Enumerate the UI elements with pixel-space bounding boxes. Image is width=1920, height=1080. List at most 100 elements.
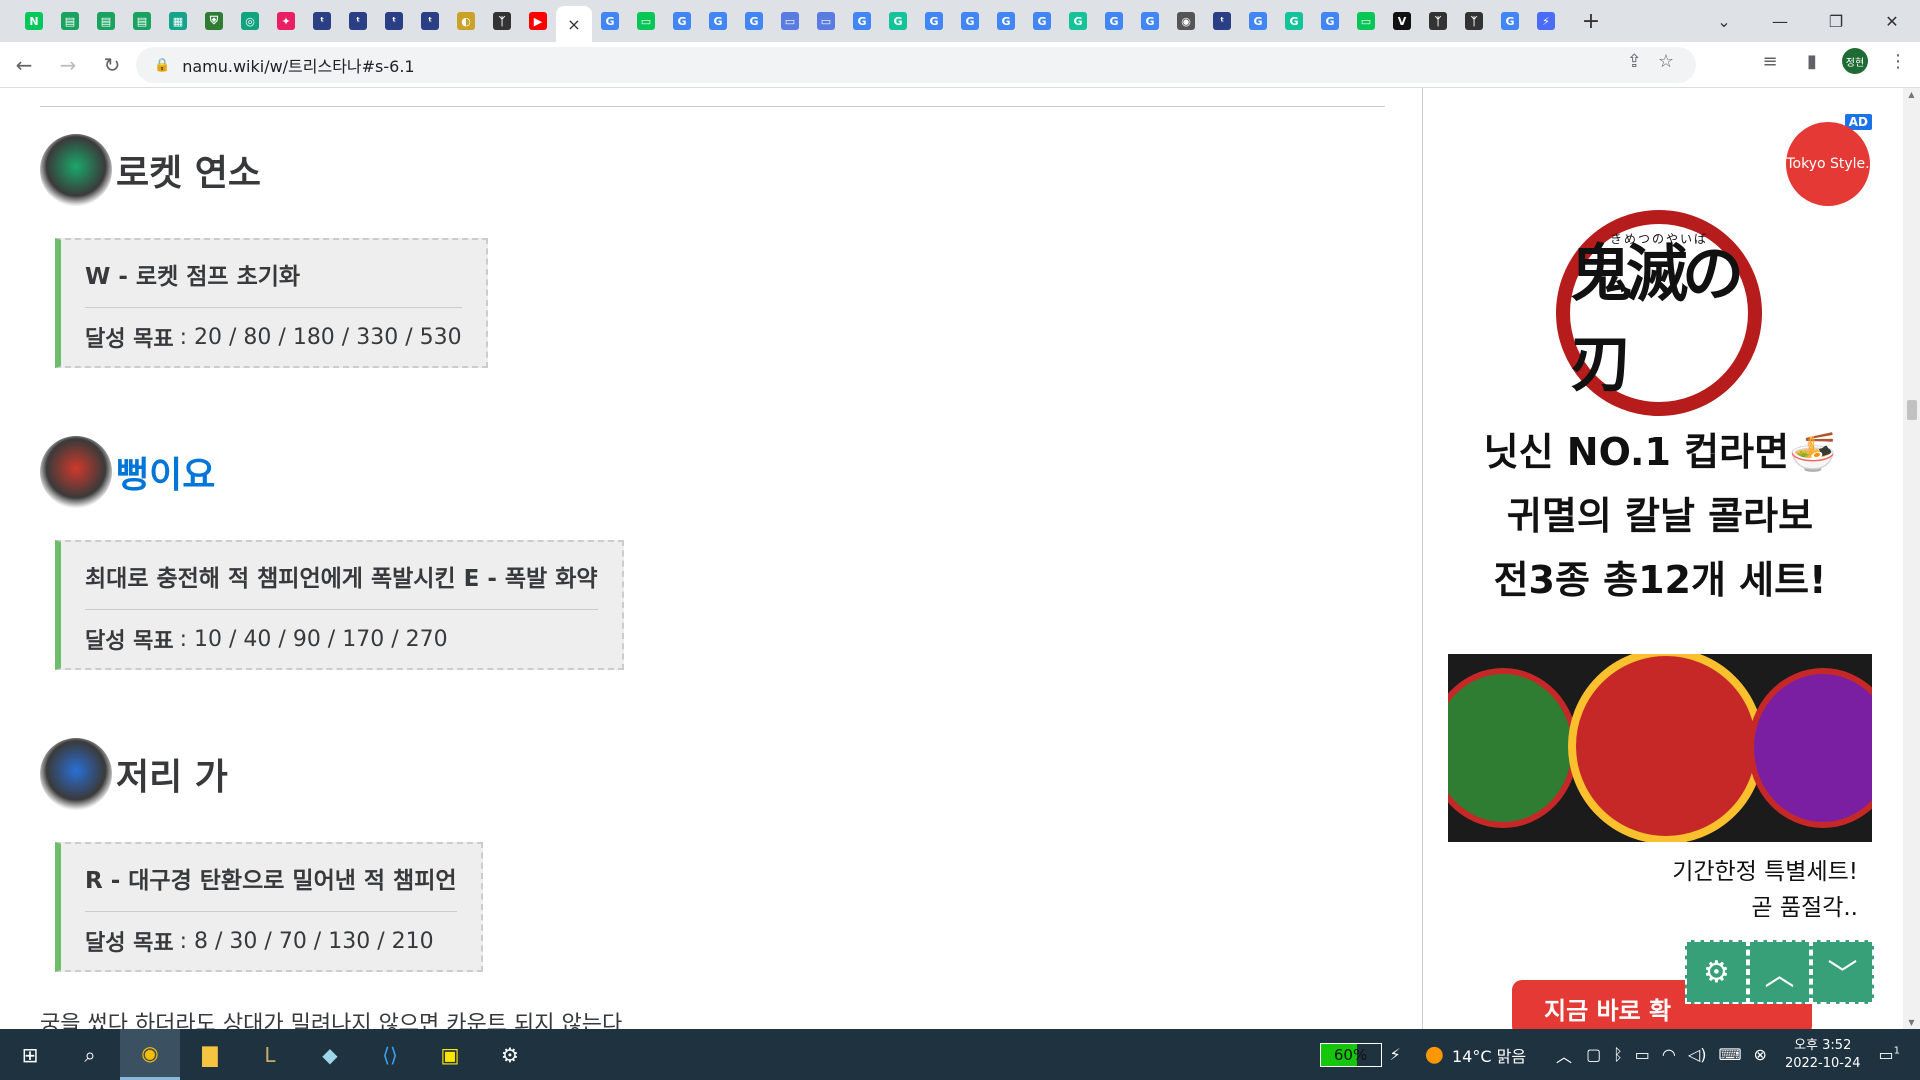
volume-icon[interactable]: ◁): [1688, 1045, 1707, 1064]
sidebar: AD Tokyo Style. きめつのやいば 鬼滅の刃 닛신 NO.1 컵라면…: [1424, 88, 1920, 1029]
notes-app-icon[interactable]: ◆: [300, 1029, 360, 1080]
maximize-button[interactable]: ❐: [1808, 0, 1864, 42]
advertisement[interactable]: AD Tokyo Style. きめつのやいば 鬼滅の刃 닛신 NO.1 컵라면…: [1448, 114, 1872, 1029]
scroll-up-arrow[interactable]: ▲: [1903, 90, 1920, 99]
section-title-link[interactable]: 뻥이요: [116, 446, 215, 498]
browser-tab[interactable]: ▭: [628, 5, 664, 37]
browser-tab[interactable]: ⚡: [1528, 5, 1564, 37]
profile-avatar[interactable]: 정현: [1842, 48, 1868, 74]
browser-tab[interactable]: G: [664, 5, 700, 37]
address-bar[interactable]: 🔒 namu.wiki/w/트리스타나#s-6.1 ⇪ ☆: [136, 47, 1696, 83]
browser-tab[interactable]: G: [844, 5, 880, 37]
google-icon: G: [673, 12, 691, 30]
windows-taskbar: ⊞ ⌕ ◉ ▇ L ◆ ⟨⟩ ▣ ⚙ 60% ⚡ ● 14°C 맑음 ︿ ▢ ᛒ…: [0, 1029, 1920, 1080]
bluetooth-icon[interactable]: ᛒ: [1613, 1045, 1623, 1064]
tab-search-icon[interactable]: ⌄: [1696, 0, 1752, 42]
browser-tab[interactable]: ▤: [52, 5, 88, 37]
browser-tab[interactable]: ▤: [88, 5, 124, 37]
browser-tab[interactable]: ⛨: [196, 5, 232, 37]
browser-tab[interactable]: G: [1096, 5, 1132, 37]
kakaotalk-icon[interactable]: ▣: [420, 1029, 480, 1080]
chrome-taskbar-icon[interactable]: ◉: [120, 1029, 180, 1080]
scrollbar-thumb[interactable]: [1907, 400, 1917, 420]
wifi-icon[interactable]: ◠: [1662, 1045, 1676, 1064]
browser-tab[interactable]: G: [988, 5, 1024, 37]
browser-tab[interactable]: ▦: [160, 5, 196, 37]
browser-tab[interactable]: ◉: [1168, 5, 1204, 37]
scroll-down-arrow[interactable]: ▼: [1903, 1018, 1920, 1027]
browser-tab[interactable]: ◎: [232, 5, 268, 37]
notification-icon[interactable]: ▭1: [1879, 1045, 1901, 1064]
share-icon[interactable]: ⇪: [1627, 51, 1642, 72]
browser-tab[interactable]: ▭: [808, 5, 844, 37]
browser-tab[interactable]: V: [1384, 5, 1420, 37]
close-tab-icon[interactable]: ×: [567, 15, 580, 34]
reading-list-icon[interactable]: ≡: [1758, 51, 1782, 72]
browser-tab[interactable]: ◐: [448, 5, 484, 37]
browser-tab[interactable]: G: [880, 5, 916, 37]
browser-tab[interactable]: ᵗ: [340, 5, 376, 37]
weather-text[interactable]: 14°C 맑음: [1452, 1043, 1526, 1067]
browser-tab[interactable]: ᵗ: [376, 5, 412, 37]
achievement-goal: 달성 목표: 10 / 40 / 90 / 170 / 270: [85, 610, 598, 668]
browser-tab[interactable]: G: [1492, 5, 1528, 37]
settings-icon[interactable]: ⚙: [480, 1029, 540, 1080]
browser-tab[interactable]: ᵗ: [412, 5, 448, 37]
side-panel-icon[interactable]: ▮: [1800, 51, 1824, 72]
search-icon[interactable]: ⌕: [60, 1029, 120, 1080]
url-text[interactable]: namu.wiki/w/트리스타나#s-6.1: [182, 53, 414, 77]
ime-icon[interactable]: ⊗: [1754, 1045, 1767, 1064]
start-windows-icon[interactable]: ⊞: [0, 1029, 60, 1080]
browser-tab[interactable]: ▤: [124, 5, 160, 37]
browser-tab[interactable]: ᛉ: [484, 5, 520, 37]
menu-icon[interactable]: ⋮: [1886, 51, 1910, 72]
page-scrollbar[interactable]: ▲ ▼: [1903, 88, 1920, 1029]
browser-tab[interactable]: G: [1060, 5, 1096, 37]
browser-tab[interactable]: G: [1276, 5, 1312, 37]
bookmark-star-icon[interactable]: ☆: [1658, 51, 1674, 72]
browser-tab[interactable]: ✦: [268, 5, 304, 37]
league-client-icon[interactable]: L: [240, 1029, 300, 1080]
achievement-box: W - 로켓 점프 초기화 달성 목표: 20 / 80 / 180 / 330…: [55, 238, 488, 368]
browser-tab[interactable]: G: [1240, 5, 1276, 37]
browser-tab[interactable]: G: [592, 5, 628, 37]
reload-button[interactable]: ↻: [92, 45, 132, 85]
browser-tab[interactable]: G: [1312, 5, 1348, 37]
logo-kana: きめつのやいば: [1609, 232, 1708, 246]
keyboard-icon[interactable]: ⌨: [1718, 1045, 1741, 1064]
browser-tab[interactable]: ▭: [772, 5, 808, 37]
browser-tab[interactable]: ▭: [1348, 5, 1384, 37]
vscode-icon[interactable]: ⟨⟩: [360, 1029, 420, 1080]
browser-tab[interactable]: N: [16, 5, 52, 37]
close-window-button[interactable]: ✕: [1864, 0, 1920, 42]
browser-tab[interactable]: ▶: [520, 5, 556, 37]
ad-subtext-line: 기간한정 특별세트!: [1672, 859, 1858, 885]
new-tab-button[interactable]: +: [1576, 9, 1606, 34]
scroll-up-icon[interactable]: ︿: [1748, 940, 1811, 1004]
browser-tab[interactable]: G: [700, 5, 736, 37]
anime-logo: きめつのやいば 鬼滅の刃: [1556, 210, 1762, 416]
scroll-down-icon[interactable]: ﹀: [1811, 940, 1874, 1004]
back-button[interactable]: ←: [4, 45, 44, 85]
clock[interactable]: 오후 3:52 2022-10-24: [1785, 1037, 1861, 1073]
battery-indicator[interactable]: 60%: [1319, 1042, 1382, 1067]
browser-tab[interactable]: ᛉ: [1420, 5, 1456, 37]
browser-tab[interactable]: G: [736, 5, 772, 37]
device-icon[interactable]: ▢: [1586, 1045, 1601, 1064]
browser-tab[interactable]: G: [952, 5, 988, 37]
file-explorer-icon[interactable]: ▇: [180, 1029, 240, 1080]
browser-tab[interactable]: ᛉ: [1456, 5, 1492, 37]
settings-gear-icon[interactable]: ⚙: [1685, 940, 1748, 1004]
forward-button[interactable]: →: [48, 45, 88, 85]
browser-tab[interactable]: ᵗ: [1204, 5, 1240, 37]
floating-controls: ⚙ ︿ ﹀: [1685, 940, 1874, 1004]
browser-tab[interactable]: ×: [556, 6, 592, 42]
browser-tab[interactable]: ᵗ: [304, 5, 340, 37]
browser-tab[interactable]: G: [1132, 5, 1168, 37]
minimize-button[interactable]: —: [1752, 0, 1808, 42]
browser-tab[interactable]: G: [916, 5, 952, 37]
battery-tray-icon[interactable]: ▭: [1635, 1045, 1650, 1064]
tray-chevron-icon[interactable]: ︿: [1556, 1043, 1572, 1067]
browser-tab[interactable]: G: [1024, 5, 1060, 37]
weather-sun-icon[interactable]: ●: [1425, 1042, 1444, 1067]
